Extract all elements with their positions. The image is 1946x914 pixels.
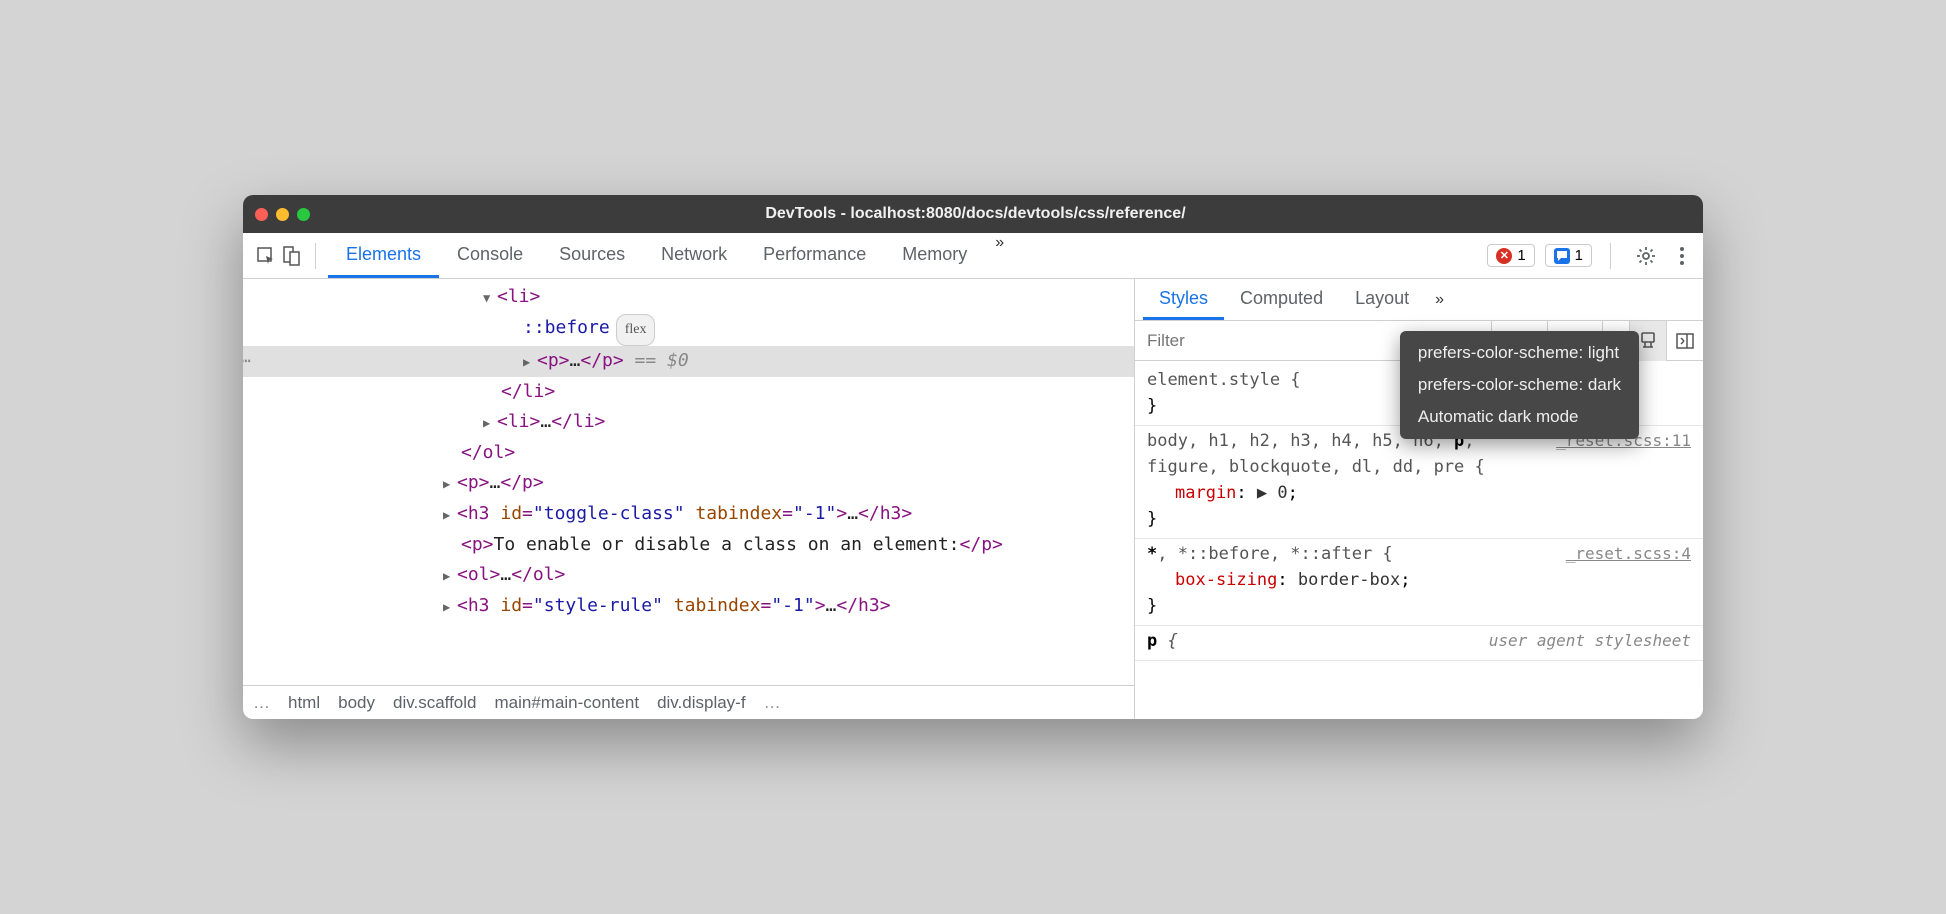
kebab-menu-icon[interactable] xyxy=(1673,246,1691,266)
maximize-window-button[interactable] xyxy=(297,208,310,221)
window-title: DevTools - localhost:8080/docs/devtools/… xyxy=(310,205,1641,223)
tab-layout[interactable]: Layout xyxy=(1339,280,1425,320)
tab-computed[interactable]: Computed xyxy=(1224,280,1339,320)
panels: ▼<li> ::beforeflex ▶<p>…</p> == $0 </li>… xyxy=(243,279,1703,719)
message-count-badge[interactable]: 1 xyxy=(1545,244,1592,267)
styles-pane: Styles Computed Layout » :hov .cls + xyxy=(1135,279,1703,719)
message-count: 1 xyxy=(1575,247,1583,264)
tab-memory[interactable]: Memory xyxy=(884,234,985,278)
dom-tree[interactable]: ▼<li> ::beforeflex ▶<p>…</p> == $0 </li>… xyxy=(243,279,1134,685)
devtools-window: DevTools - localhost:8080/docs/devtools/… xyxy=(243,195,1703,719)
css-rule[interactable]: user agent stylesheet p { xyxy=(1135,626,1703,661)
tree-node[interactable]: <p>To enable or disable a class on an el… xyxy=(243,530,1134,560)
tree-node[interactable]: </li> xyxy=(243,377,1134,407)
breadcrumb-item[interactable]: html xyxy=(288,693,320,713)
tab-performance[interactable]: Performance xyxy=(745,234,884,278)
popup-item-auto[interactable]: Automatic dark mode xyxy=(1400,401,1639,433)
computed-sidebar-toggle[interactable] xyxy=(1666,321,1703,361)
titlebar: DevTools - localhost:8080/docs/devtools/… xyxy=(243,195,1703,233)
breadcrumb-item[interactable]: div.scaffold xyxy=(393,693,476,713)
tree-node-pseudo[interactable]: ::beforeflex xyxy=(243,313,1134,346)
tree-node[interactable]: ▶<li>…</li> xyxy=(243,407,1134,438)
close-window-button[interactable] xyxy=(255,208,268,221)
device-toolbar-icon[interactable] xyxy=(281,245,303,267)
source-link[interactable]: _reset.scss:4 xyxy=(1566,541,1691,567)
error-count-badge[interactable]: ✕ 1 xyxy=(1487,244,1534,267)
popup-item-light[interactable]: prefers-color-scheme: light xyxy=(1400,337,1639,369)
error-count: 1 xyxy=(1517,247,1525,264)
source-link: user agent stylesheet xyxy=(1489,628,1691,654)
breadcrumb-bar: … html body div.scaffold main#main-conte… xyxy=(243,685,1134,719)
css-rule[interactable]: _reset.scss:4 *, *::before, *::after { b… xyxy=(1135,539,1703,626)
styles-tabs: Styles Computed Layout » xyxy=(1135,279,1703,321)
color-scheme-popup: prefers-color-scheme: light prefers-colo… xyxy=(1400,331,1639,439)
tab-network[interactable]: Network xyxy=(643,234,745,278)
settings-gear-icon[interactable] xyxy=(1629,245,1663,267)
message-icon xyxy=(1554,248,1570,264)
tree-node[interactable]: ▼<li> xyxy=(243,282,1134,313)
tab-sources[interactable]: Sources xyxy=(541,234,643,278)
breadcrumb-item[interactable]: div.display-f xyxy=(657,693,746,713)
tree-node[interactable]: ▶<ol>…</ol> xyxy=(243,560,1134,591)
breadcrumb-item[interactable]: body xyxy=(338,693,375,713)
more-styles-tabs-icon[interactable]: » xyxy=(1425,291,1454,309)
flex-badge[interactable]: flex xyxy=(616,314,656,346)
window-controls xyxy=(255,208,310,221)
popup-item-dark[interactable]: prefers-color-scheme: dark xyxy=(1400,369,1639,401)
elements-pane: ▼<li> ::beforeflex ▶<p>…</p> == $0 </li>… xyxy=(243,279,1135,719)
tree-node-selected[interactable]: ▶<p>…</p> == $0 xyxy=(243,346,1134,377)
tree-node[interactable]: ▶<h3 id="toggle-class" tabindex="-1">…</… xyxy=(243,499,1134,530)
more-tabs-chevron-icon[interactable]: » xyxy=(985,234,1014,278)
minimize-window-button[interactable] xyxy=(276,208,289,221)
breadcrumb-item[interactable]: main#main-content xyxy=(494,693,639,713)
tab-console[interactable]: Console xyxy=(439,234,541,278)
main-toolbar: Elements Console Sources Network Perform… xyxy=(243,233,1703,279)
breadcrumb-overflow-right[interactable]: … xyxy=(764,693,781,713)
inspect-element-icon[interactable] xyxy=(255,245,277,267)
tab-styles[interactable]: Styles xyxy=(1143,280,1224,320)
tree-node[interactable]: </ol> xyxy=(243,438,1134,468)
main-tabs: Elements Console Sources Network Perform… xyxy=(328,234,1483,278)
breadcrumb-overflow-left[interactable]: … xyxy=(253,693,270,713)
tab-elements[interactable]: Elements xyxy=(328,234,439,278)
error-icon: ✕ xyxy=(1496,248,1512,264)
tree-node[interactable]: ▶<p>…</p> xyxy=(243,468,1134,499)
css-rule[interactable]: _reset.scss:11 body, h1, h2, h3, h4, h5,… xyxy=(1135,426,1703,539)
tree-node[interactable]: ▶<h3 id="style-rule" tabindex="-1">…</h3… xyxy=(243,591,1134,622)
